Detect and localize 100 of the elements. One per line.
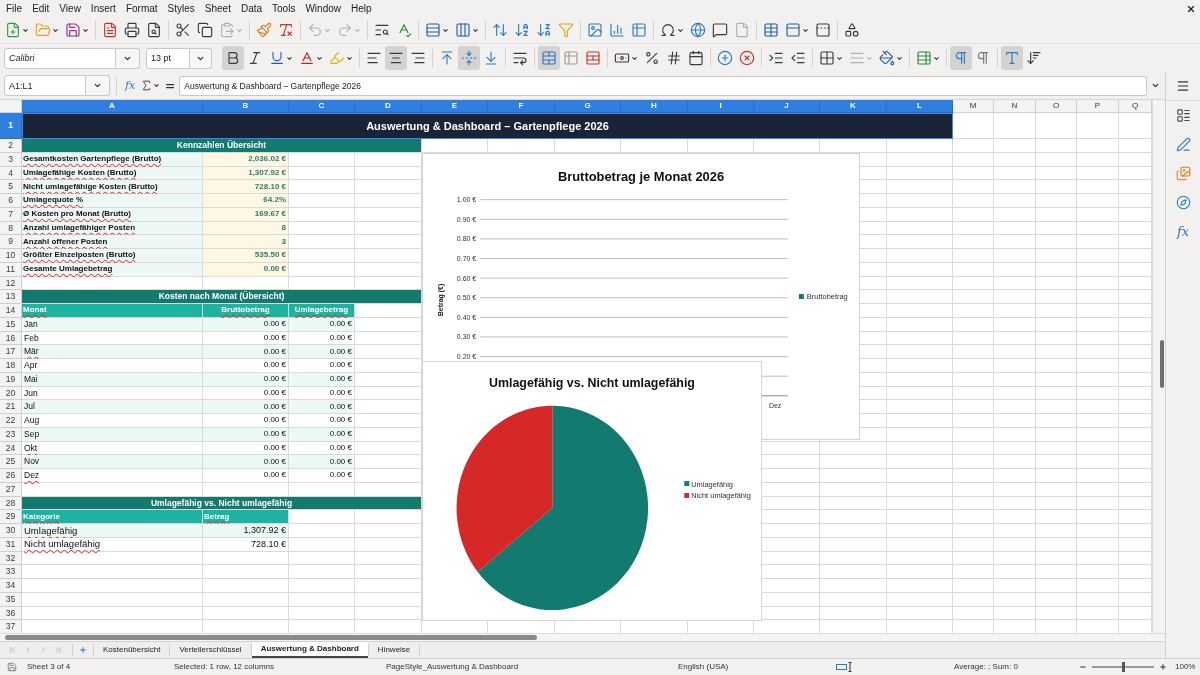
- row-header[interactable]: 14: [0, 304, 22, 318]
- row-header[interactable]: 1: [0, 113, 22, 139]
- column-header[interactable]: B: [203, 100, 289, 113]
- row-header[interactable]: 2: [0, 139, 22, 153]
- column-header[interactable]: F: [488, 100, 555, 113]
- caret-icon: [324, 26, 331, 34]
- menu-icon: [1176, 79, 1190, 93]
- name-box-field[interactable]: A1:L1: [4, 75, 86, 96]
- menu-item[interactable]: Help: [346, 3, 377, 14]
- image-icon: [587, 22, 603, 38]
- clipboard-icon: [219, 22, 235, 38]
- column-header[interactable]: L: [887, 100, 953, 113]
- functions-button[interactable]: fx: [1176, 217, 1190, 246]
- text-icon: [1004, 50, 1020, 66]
- menu-item[interactable]: File: [1, 3, 28, 14]
- sheet-tab[interactable]: Hinweise: [368, 642, 420, 658]
- row-header[interactable]: 22: [0, 414, 22, 428]
- column-header[interactable]: E: [422, 100, 488, 113]
- row-header[interactable]: 5: [0, 180, 22, 194]
- caret-icon: [354, 26, 361, 34]
- column-header[interactable]: Q: [1119, 100, 1152, 113]
- column-header[interactable]: O: [1036, 100, 1077, 113]
- outdent-icon: [790, 50, 806, 66]
- sheet-tab[interactable]: Verteilerschlüssel: [170, 642, 251, 658]
- column-header[interactable]: I: [688, 100, 754, 113]
- file-icon: [102, 22, 118, 38]
- row-header[interactable]: 21: [0, 400, 22, 414]
- month-cell: Mär: [22, 345, 203, 359]
- menu-item[interactable]: Sheet: [199, 3, 236, 14]
- column-heading: Monat: [22, 304, 203, 318]
- row-header[interactable]: 34: [0, 579, 22, 593]
- menu-item[interactable]: View: [54, 3, 86, 14]
- row-header[interactable]: 13: [0, 290, 22, 304]
- sheet-tab[interactable]: Kostenübersicht: [94, 642, 170, 658]
- sheet-tab[interactable]: Auswertung & Dashboard: [251, 642, 368, 658]
- row-header[interactable]: 9: [0, 235, 22, 249]
- slider-thumb[interactable]: [1121, 662, 1125, 672]
- left-to-right-button[interactable]: [950, 46, 972, 70]
- row-header[interactable]: 18: [0, 359, 22, 373]
- caret-icon: [52, 26, 59, 34]
- column-heading: Kategorie: [22, 510, 203, 524]
- font-size-field[interactable]: 13 pt: [146, 47, 190, 69]
- calendar-icon: [688, 50, 704, 66]
- amount-cell: 0.00 €: [289, 400, 355, 414]
- align-center-button[interactable]: [385, 46, 407, 70]
- scrollbar-thumb[interactable]: [1160, 340, 1164, 388]
- row-header[interactable]: 10: [0, 249, 22, 263]
- menu-item[interactable]: Format: [120, 3, 163, 14]
- formula-input-field[interactable]: Auswertung & Dashboard – Gartenpflege 2026: [179, 75, 1147, 96]
- row-header[interactable]: 29: [0, 510, 22, 524]
- column-header[interactable]: K: [820, 100, 887, 113]
- redo-icon: [337, 22, 353, 38]
- bold-button[interactable]: [222, 46, 244, 70]
- menu-item[interactable]: Edit: [27, 3, 55, 14]
- month-cell: Jul: [22, 400, 203, 414]
- menu-item[interactable]: Styles: [162, 3, 200, 14]
- row-header[interactable]: 37: [0, 620, 22, 633]
- caret-icon: [346, 54, 353, 62]
- search-icon: [374, 22, 390, 38]
- font-name-field[interactable]: Calibri: [4, 47, 116, 69]
- row-header[interactable]: 33: [0, 565, 22, 579]
- split-window-icon: [815, 22, 831, 38]
- amount-cell: 0.00 €: [203, 400, 289, 414]
- column-header[interactable]: N: [994, 100, 1036, 113]
- section-heading: Kosten nach Monat (Übersicht): [22, 290, 422, 304]
- align-right-icon: [410, 50, 426, 66]
- function-wizard-button[interactable]: fx: [123, 80, 138, 91]
- row-header[interactable]: 17: [0, 345, 22, 359]
- menu-item[interactable]: Window: [300, 3, 346, 14]
- column-header[interactable]: C: [289, 100, 355, 113]
- row-header[interactable]: 26: [0, 469, 22, 483]
- close-button[interactable]: [1186, 3, 1196, 14]
- column-header[interactable]: P: [1077, 100, 1119, 113]
- spellcheck-icon: [396, 22, 412, 38]
- column-header[interactable]: H: [621, 100, 688, 113]
- column-header[interactable]: A: [22, 100, 203, 113]
- circle-x-icon: [739, 50, 755, 66]
- zoom-out-button[interactable]: [1078, 663, 1088, 671]
- amount-cell: 0.00 €: [289, 317, 355, 332]
- row-header[interactable]: 6: [0, 194, 22, 208]
- menu-item[interactable]: Data: [235, 3, 268, 14]
- table-icon: [763, 22, 779, 38]
- row-header[interactable]: 30: [0, 524, 22, 538]
- menu-item[interactable]: Tools: [267, 3, 301, 14]
- kpi-label-cell: Größter Einzelposten (Brutto): [22, 249, 203, 263]
- kpi-value-cell: 64.2%: [203, 194, 289, 208]
- section-heading: Umlagefähig vs. Nicht umlagefähig: [22, 496, 422, 511]
- row-header[interactable]: 25: [0, 455, 22, 469]
- column-header[interactable]: G: [555, 100, 621, 113]
- menu-item[interactable]: Insert: [85, 3, 121, 14]
- shapes-icon: [844, 22, 860, 38]
- wrap-text-icon: [512, 50, 528, 66]
- zoom-in-button[interactable]: [1158, 663, 1168, 671]
- column-header[interactable]: J: [754, 100, 820, 113]
- align-middle-button[interactable]: [458, 46, 480, 70]
- merge-center-button[interactable]: [538, 46, 560, 70]
- rectangle-cursor-icon: [836, 662, 854, 672]
- scrollbar-thumb[interactable]: [5, 635, 537, 640]
- column-header[interactable]: M: [953, 100, 994, 113]
- column-header[interactable]: D: [355, 100, 422, 113]
